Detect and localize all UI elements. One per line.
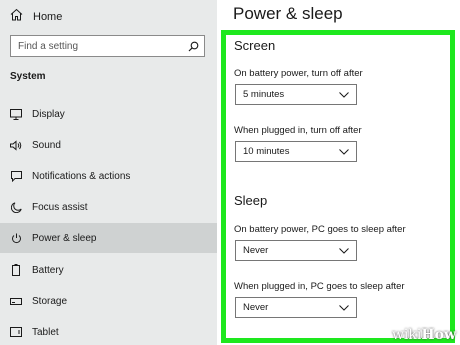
sidebar-item-display[interactable]: Display bbox=[0, 99, 217, 129]
sleep-battery-dropdown[interactable]: Never bbox=[235, 240, 357, 261]
screen-battery-dropdown[interactable]: 5 minutes bbox=[235, 84, 357, 105]
sleep-heading: Sleep bbox=[234, 193, 268, 208]
sidebar-item-power-sleep[interactable]: Power & sleep bbox=[0, 223, 217, 253]
sidebar-item-label: Focus assist bbox=[32, 201, 88, 213]
search-box[interactable]: Find a setting bbox=[10, 35, 205, 57]
sidebar-item-label: Notifications & actions bbox=[32, 170, 131, 182]
dropdown-value: Never bbox=[243, 245, 269, 256]
home-label: Home bbox=[33, 11, 63, 23]
notifications-icon bbox=[10, 170, 22, 182]
sleep-battery-label: On battery power, PC goes to sleep after bbox=[234, 224, 406, 235]
wikihow-watermark: wikiHow bbox=[391, 327, 456, 343]
home-icon bbox=[10, 8, 23, 26]
battery-icon bbox=[10, 264, 22, 276]
dropdown-value: 10 minutes bbox=[243, 146, 290, 157]
dropdown-value: Never bbox=[243, 302, 269, 313]
storage-icon bbox=[10, 295, 22, 307]
sidebar-item-tablet[interactable]: Tablet bbox=[0, 317, 217, 345]
screen-battery-label: On battery power, turn off after bbox=[234, 68, 363, 79]
sidebar-item-label: Sound bbox=[32, 139, 61, 151]
chevron-down-icon bbox=[339, 148, 349, 156]
sidebar-item-label: Battery bbox=[32, 264, 64, 276]
page-title: Power & sleep bbox=[233, 4, 343, 23]
search-icon[interactable] bbox=[182, 36, 204, 56]
dropdown-value: 5 minutes bbox=[243, 89, 285, 100]
sidebar-item-battery[interactable]: Battery bbox=[0, 255, 217, 285]
sidebar-item-label: Display bbox=[32, 108, 65, 120]
section-label: System bbox=[10, 71, 46, 82]
chevron-down-icon bbox=[339, 91, 349, 99]
screen-plugged-dropdown[interactable]: 10 minutes bbox=[235, 141, 357, 162]
tablet-icon bbox=[10, 326, 22, 338]
home-link[interactable]: Home bbox=[10, 8, 63, 26]
sidebar-item-sound[interactable]: Sound bbox=[0, 130, 217, 160]
moon-icon bbox=[10, 201, 22, 213]
display-icon bbox=[10, 108, 22, 120]
sidebar-item-focus-assist[interactable]: Focus assist bbox=[0, 192, 217, 222]
sidebar-item-label: Tablet bbox=[32, 326, 59, 338]
screen-plugged-label: When plugged in, turn off after bbox=[234, 125, 362, 136]
sleep-plugged-dropdown[interactable]: Never bbox=[235, 297, 357, 318]
sidebar-item-notifications[interactable]: Notifications & actions bbox=[0, 161, 217, 191]
screen-heading: Screen bbox=[234, 38, 276, 53]
search-input[interactable]: Find a setting bbox=[11, 41, 182, 52]
sleep-plugged-label: When plugged in, PC goes to sleep after bbox=[234, 281, 405, 292]
sidebar-item-storage[interactable]: Storage bbox=[0, 286, 217, 316]
settings-pane: Power & sleep Screen On battery power, t… bbox=[217, 0, 460, 345]
chevron-down-icon bbox=[339, 304, 349, 312]
chevron-down-icon bbox=[339, 247, 349, 255]
speaker-icon bbox=[10, 139, 22, 151]
power-icon bbox=[10, 232, 22, 244]
sidebar: Home Find a setting System Display Sound… bbox=[0, 0, 217, 345]
sidebar-item-label: Power & sleep bbox=[32, 232, 97, 244]
sidebar-item-label: Storage bbox=[32, 295, 68, 307]
